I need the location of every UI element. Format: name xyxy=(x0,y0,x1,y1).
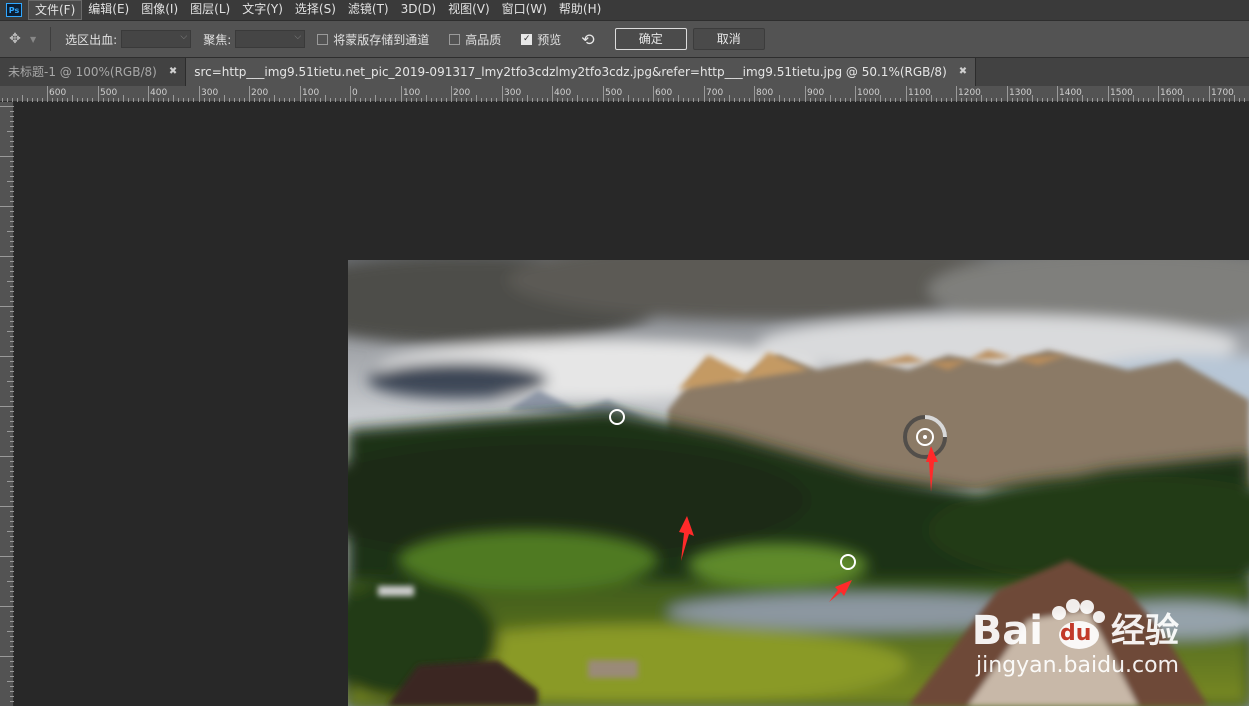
tab-label: src=http___img9.51tietu.net_pic_2019-091… xyxy=(194,65,947,79)
ok-button[interactable]: 确定 xyxy=(614,28,687,50)
ruler-label: 300 xyxy=(201,88,219,98)
ruler-label: 1300 xyxy=(1009,88,1032,98)
watermark-brand: Bai xyxy=(971,608,1043,654)
menu-item[interactable]: 滤镜(T) xyxy=(342,0,395,20)
tab-image-document[interactable]: src=http___img9.51tietu.net_pic_2019-091… xyxy=(186,58,977,86)
vertical-ruler-ticks xyxy=(0,106,14,702)
ruler-label: 200 xyxy=(453,88,471,98)
options-bar: ✥ ▼ 选区出血: ⌵ 聚焦: ⌵ 将蒙版存储到通道 高品质 ✓ 预览 ⟲ 确定… xyxy=(0,20,1249,58)
ruler-label: 200 xyxy=(251,88,269,98)
watermark-suffix: 经验 xyxy=(1111,611,1179,651)
menu-items: 文件(F) 编辑(E) 图像(I) 图层(L) 文字(Y) 选择(S) 滤镜(T) 3D(D)… xyxy=(28,0,607,20)
chevron-down-icon: ⌵ xyxy=(180,32,188,42)
cancel-button[interactable]: 取消 xyxy=(692,28,765,50)
ruler-label: 600 xyxy=(655,88,673,98)
pin-tool-icon[interactable]: ✥ xyxy=(0,31,30,47)
save-mask-checkbox-row[interactable]: 将蒙版存储到通道 xyxy=(317,31,429,48)
ruler-label: 1000 xyxy=(857,88,880,98)
menu-item[interactable]: 文件(F) xyxy=(28,0,83,20)
high-quality-label: 高品质 xyxy=(465,32,502,47)
ruler-label: 1200 xyxy=(958,88,981,98)
document-tabs: 未标题-1 @ 100%(RGB/8) ✖ src=http___img9.51… xyxy=(0,58,1249,86)
close-icon[interactable]: ✖ xyxy=(959,58,967,86)
save-mask-checkbox[interactable] xyxy=(317,33,329,45)
selection-bleed-select[interactable]: ⌵ xyxy=(121,30,192,48)
ruler-label: 1700 xyxy=(1211,88,1234,98)
divider xyxy=(50,27,52,51)
ruler-label: 1600 xyxy=(1160,88,1183,98)
high-quality-checkbox-row[interactable]: 高品质 xyxy=(449,31,501,48)
menu-item[interactable]: 图层(L) xyxy=(184,0,236,20)
watermark-brand-du: du xyxy=(1060,621,1092,646)
ruler-label: 1100 xyxy=(908,88,931,98)
high-quality-checkbox[interactable] xyxy=(449,33,461,45)
menu-item[interactable]: 图像(I) xyxy=(135,0,184,20)
vertical-ruler xyxy=(0,102,14,706)
ruler-label: 300 xyxy=(504,88,522,98)
ruler-label: 1400 xyxy=(1059,88,1082,98)
ruler-label: 500 xyxy=(605,88,623,98)
menu-item[interactable]: 选择(S) xyxy=(289,0,342,20)
ruler-label: 400 xyxy=(554,88,572,98)
reset-icon[interactable]: ⟲ xyxy=(581,30,594,49)
ruler-label: 500 xyxy=(100,88,118,98)
chevron-down-icon: ⌵ xyxy=(294,32,302,42)
save-mask-label: 将蒙版存储到通道 xyxy=(333,32,430,47)
menu-item[interactable]: 窗口(W) xyxy=(496,0,553,20)
ruler-label: 100 xyxy=(403,88,421,98)
ruler-label: 800 xyxy=(756,88,774,98)
horizontal-ruler: 600 500 400 300 200 100 0 100 200 300 400 500 600 700… xyxy=(0,86,1249,102)
preview-label: 预览 xyxy=(537,32,562,47)
photoshop-logo-icon: Ps xyxy=(6,3,22,17)
blur-pin-center xyxy=(923,435,927,439)
close-icon[interactable]: ✖ xyxy=(169,58,177,86)
paw-logo-icon: du xyxy=(1045,599,1109,651)
menu-item[interactable]: 文字(Y) xyxy=(236,0,289,20)
ruler-label: 0 xyxy=(352,88,358,98)
ruler-label: 400 xyxy=(150,88,168,98)
ruler-label: 600 xyxy=(49,88,67,98)
tab-label: 未标题-1 @ 100%(RGB/8) xyxy=(8,65,157,79)
watermark-url: jingyan.baidu.com xyxy=(975,653,1179,678)
menu-bar: Ps 文件(F) 编辑(E) 图像(I) 图层(L) 文字(Y) 选择(S) 滤镜(T) 3D… xyxy=(0,0,1249,20)
focus-label: 聚焦: xyxy=(203,32,232,47)
ruler-label: 900 xyxy=(807,88,825,98)
document-image[interactable]: Bai du 经验 jingyan.baidu.com xyxy=(348,260,1249,706)
ruler-label: 700 xyxy=(706,88,724,98)
preview-checkbox[interactable]: ✓ xyxy=(521,33,533,45)
baidu-watermark: Bai du 经验 jingyan.baidu.com xyxy=(972,599,1179,678)
ruler-label: 1500 xyxy=(1110,88,1133,98)
menu-item[interactable]: 帮助(H) xyxy=(553,0,607,20)
tab-untitled[interactable]: 未标题-1 @ 100%(RGB/8) ✖ xyxy=(0,58,187,86)
menu-item[interactable]: 编辑(E) xyxy=(82,0,135,20)
tool-preset-chevron-down-icon[interactable]: ▼ xyxy=(30,35,36,44)
focus-select[interactable]: ⌵ xyxy=(235,30,306,48)
ruler-label: 100 xyxy=(302,88,320,98)
preview-checkbox-row[interactable]: ✓ 预览 xyxy=(521,31,561,48)
menu-item[interactable]: 视图(V) xyxy=(442,0,496,20)
selection-bleed-label: 选区出血: xyxy=(65,32,118,47)
menu-item[interactable]: 3D(D) xyxy=(395,0,442,20)
